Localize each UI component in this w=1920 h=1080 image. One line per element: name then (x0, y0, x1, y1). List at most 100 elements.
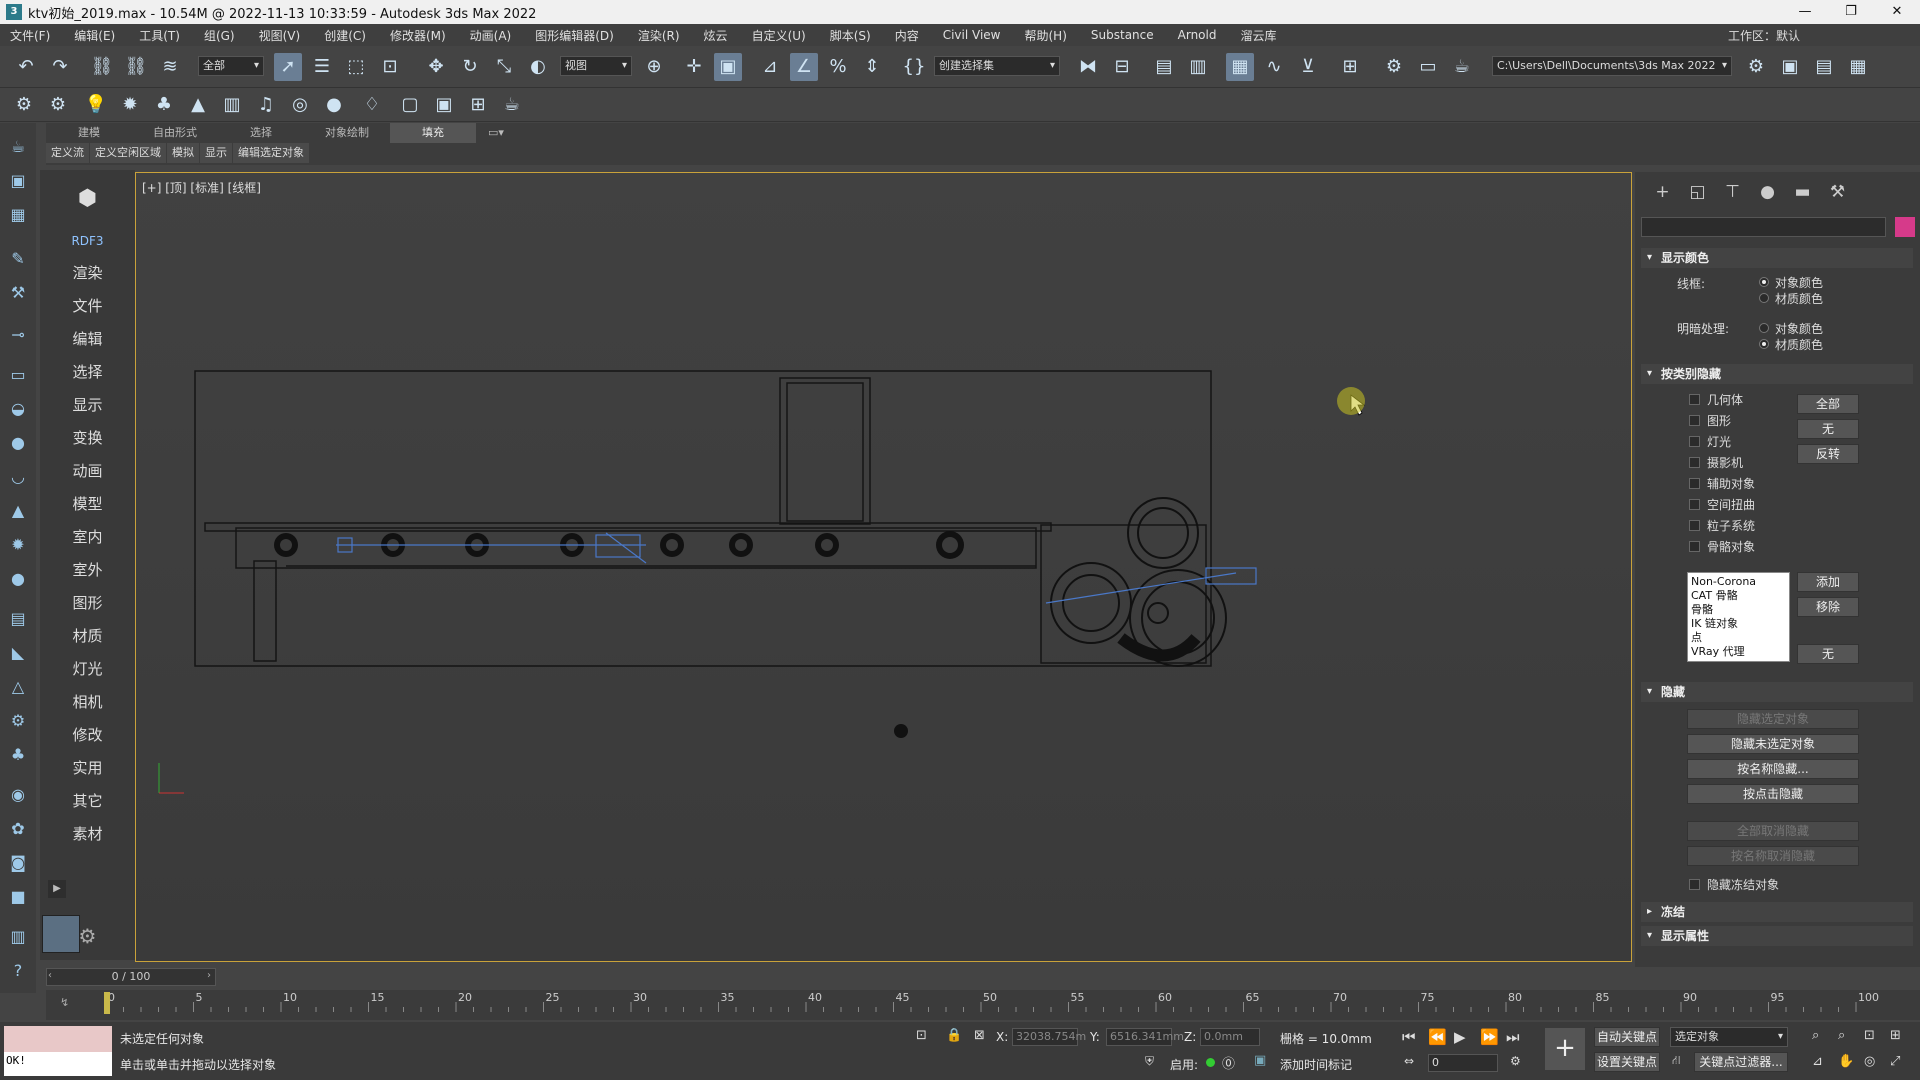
window-crossing-icon[interactable]: ⊡ (376, 53, 404, 81)
select-by-name-icon[interactable]: ☰ (308, 53, 336, 81)
viewport-icon[interactable]: ▣ (6, 169, 30, 193)
play-icon[interactable]: ▶ (1454, 1028, 1466, 1046)
stripes-icon[interactable]: ▤ (6, 607, 30, 631)
minimize-button[interactable]: — (1782, 0, 1828, 24)
project-folder-icon[interactable]: ⚙ (1742, 53, 1770, 81)
render-cube-icon[interactable]: ■ (6, 885, 30, 909)
bind-spacewarp-icon[interactable]: ≋ (156, 53, 184, 81)
ribbon-edit-selected[interactable]: 编辑选定对象 (233, 143, 309, 163)
wireframe-material-color-radio[interactable] (1759, 293, 1769, 303)
angle-snap-icon[interactable]: ∠ (790, 53, 818, 81)
menu-file[interactable]: 文件(F) (10, 27, 50, 44)
plant-icon[interactable]: ♣ (6, 743, 30, 767)
shaded-object-color-radio[interactable] (1759, 323, 1769, 333)
goto-end-icon[interactable]: ⏭ (1506, 1028, 1520, 1046)
category-other[interactable]: 其它 (40, 790, 135, 811)
enable-status-dot[interactable] (1206, 1058, 1215, 1067)
snaps-toggle-icon[interactable]: ⊿ (756, 53, 784, 81)
gear-icon[interactable]: ⚙ (6, 709, 30, 733)
ribbon-simulate[interactable]: 模拟 (167, 143, 199, 163)
sphere-icon[interactable]: ● (320, 91, 348, 119)
hide-frozen-checkbox[interactable] (1689, 879, 1700, 890)
category-select[interactable]: 选择 (40, 361, 135, 382)
display-tab-icon[interactable]: ▬ (1785, 182, 1820, 206)
x-coordinate-field[interactable]: 32038.754m (1012, 1028, 1086, 1046)
add-time-tag-label[interactable]: 添加时间标记 (1280, 1056, 1352, 1073)
zoom-extents-icon[interactable]: ⊡ (1864, 1028, 1875, 1043)
sun-icon[interactable]: ✹ (116, 91, 144, 119)
add-time-tag-icon[interactable]: ▣ (1254, 1053, 1266, 1068)
menu-help[interactable]: 帮助(H) (1025, 27, 1067, 44)
menu-views[interactable]: 视图(V) (259, 27, 301, 44)
menu-animation[interactable]: 动画(A) (470, 27, 512, 44)
hide-by-name-button[interactable]: 按名称隐藏... (1687, 759, 1859, 779)
light-bulb-icon[interactable]: 💡 (82, 91, 110, 119)
hide-helpers-checkbox[interactable] (1689, 478, 1700, 489)
paint-icon[interactable]: ✎ (6, 247, 30, 271)
hide-lights-checkbox[interactable] (1689, 436, 1700, 447)
sphere-icon[interactable]: ● (6, 431, 30, 455)
ribbon-tab-object-paint[interactable]: 对象绘制 (304, 123, 390, 143)
track-bar[interactable]: ↯ 0 5 10 15 20 25 30 35 40 45 50 55 60 65 70 75 80 85 90 95… (46, 990, 1920, 1020)
hide-spacewarps-checkbox[interactable] (1689, 499, 1700, 510)
menu-scripting[interactable]: 脚本(S) (830, 27, 871, 44)
placement-icon[interactable]: ◐ (524, 53, 552, 81)
absolute-mode-icon[interactable]: ⊠ (974, 1028, 985, 1043)
zoom-all-icon[interactable]: ⌕ (1838, 1028, 1845, 1043)
menu-edit[interactable]: 编辑(E) (74, 27, 115, 44)
shaded-material-color-radio[interactable] (1759, 339, 1769, 349)
category-assets[interactable]: 素材 (40, 823, 135, 844)
menu-liuyunku[interactable]: 溜云库 (1240, 27, 1276, 44)
prev-frame-icon[interactable]: ⏪ (1428, 1028, 1447, 1046)
keyboard-shortcut-override-icon[interactable]: ▣ (714, 53, 742, 81)
list-add-button[interactable]: 添加 (1797, 572, 1859, 592)
undo-icon[interactable]: ↶ (12, 53, 40, 81)
tree-icon[interactable]: ♣ (150, 91, 178, 119)
ring-icon[interactable]: ◎ (286, 91, 314, 119)
spinner-snap-icon[interactable]: ⇕ (858, 53, 886, 81)
modify-tab-icon[interactable]: ◱ (1680, 182, 1715, 206)
redo-icon[interactable]: ↷ (46, 53, 74, 81)
selection-filter-dropdown[interactable]: 全部 (198, 56, 264, 76)
bowl-icon[interactable]: ◡ (6, 465, 30, 489)
reference-coord-dropdown[interactable]: 视图 (560, 56, 632, 76)
y-coordinate-field[interactable]: 6516.341mm (1106, 1028, 1184, 1046)
rotate-icon[interactable]: ↻ (456, 53, 484, 81)
time-config-icon[interactable]: ⚙ (1510, 1054, 1521, 1068)
category-file[interactable]: 文件 (40, 295, 135, 316)
object-color-swatch[interactable] (1895, 217, 1915, 237)
close-button[interactable]: ✕ (1874, 0, 1920, 24)
edit-named-selection-icon[interactable]: {} (900, 53, 928, 81)
category-material[interactable]: 材质 (40, 625, 135, 646)
camera-icon[interactable]: ◙ (6, 851, 30, 875)
hide-particle-systems-checkbox[interactable] (1689, 520, 1700, 531)
move-icon[interactable]: ✥ (422, 53, 450, 81)
set-key-button[interactable]: 设置关键点 (1594, 1052, 1660, 1072)
named-selection-dropdown[interactable]: 创建选择集 (934, 56, 1060, 76)
auto-key-button[interactable]: 自动关键点 (1594, 1027, 1660, 1047)
category-transform[interactable]: 变换 (40, 427, 135, 448)
percent-snap-icon[interactable]: % (824, 53, 852, 81)
knife-icon[interactable]: ◣ (6, 641, 30, 665)
category-light[interactable]: 灯光 (40, 658, 135, 679)
ribbon-tab-selection[interactable]: 选择 (218, 123, 304, 143)
selection-set-dropdown[interactable]: 选定对象 (1670, 1027, 1788, 1047)
category-exterior[interactable]: 室外 (40, 559, 135, 580)
next-frame-icon[interactable]: ⏩ (1480, 1028, 1499, 1046)
frame-icon[interactable]: ▢ (396, 91, 424, 119)
category-camera[interactable]: 相机 (40, 691, 135, 712)
cone-icon[interactable]: ▲ (184, 91, 212, 119)
layers-icon[interactable]: ▥ (6, 925, 30, 949)
create-tool-icon[interactable]: ⚙ (10, 91, 38, 119)
ribbon-toggle-icon[interactable]: ▦ (1226, 53, 1254, 81)
select-object-icon[interactable]: ➚ (274, 53, 302, 81)
ribbon-tab-modeling[interactable]: 建模 (46, 123, 132, 143)
book-icon[interactable]: ▥ (218, 91, 246, 119)
teapot-icon[interactable]: ☕ (6, 135, 30, 159)
hide-all-button[interactable]: 全部 (1797, 394, 1859, 414)
render-setup-icon[interactable]: ⚙ (1380, 53, 1408, 81)
hide-bone-objects-checkbox[interactable] (1689, 541, 1700, 552)
maximize-button[interactable]: ❐ (1828, 0, 1874, 24)
curve-editor-icon[interactable]: ∿ (1260, 53, 1288, 81)
palette-icon[interactable]: ✿ (6, 817, 30, 841)
